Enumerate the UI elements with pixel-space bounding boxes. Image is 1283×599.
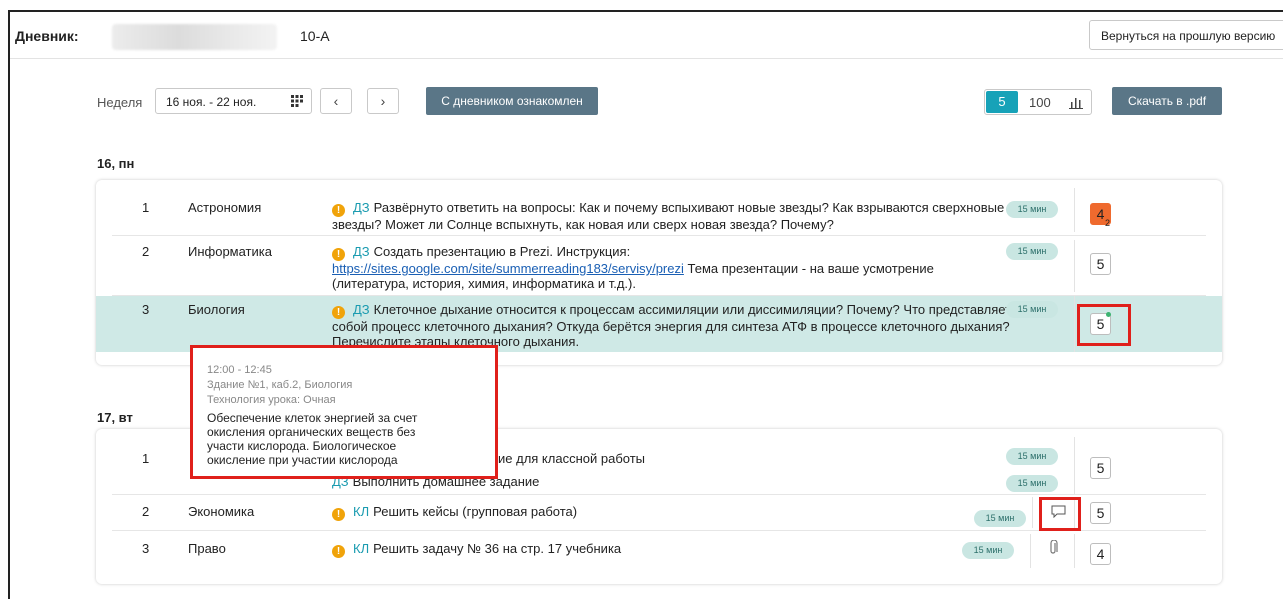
duration-badge: 15 мин	[1006, 301, 1058, 318]
lesson-number: 2	[142, 244, 150, 259]
grade-badge[interactable]: 4	[1090, 543, 1111, 565]
grade-badge[interactable]: 5	[1090, 253, 1111, 275]
lesson-row[interactable]: 3 Право ! КЛ Решить задачу № 36 на стр. 17…	[96, 531, 1222, 571]
lesson-number: 3	[142, 541, 150, 556]
warning-icon: !	[332, 545, 345, 558]
week-label: Неделя	[97, 95, 143, 110]
lesson-number: 3	[142, 302, 150, 317]
duration-badge: 15 мин	[962, 542, 1014, 559]
lesson-subject: Экономика	[188, 504, 255, 519]
column-divider	[1030, 534, 1031, 568]
task-text[interactable]: Клеточное дыхание относится к процессам …	[332, 302, 1011, 349]
tooltip-technology: Технология урока: Очная	[207, 394, 336, 406]
task-type[interactable]: КЛ	[353, 541, 369, 556]
warning-icon: !	[332, 508, 345, 521]
lesson-number: 2	[142, 504, 150, 519]
lesson-task: ! КЛ Решить задачу № 36 на стр. 17 учебник…	[332, 541, 1012, 558]
lesson-tooltip: 12:00 - 12:45 Здание №1, каб.2, Биология…	[190, 345, 498, 479]
tooltip-time: 12:00 - 12:45	[207, 364, 272, 376]
download-pdf-button[interactable]: Скачать в .pdf	[1112, 87, 1222, 115]
grade-badge[interactable]: 4 2	[1090, 203, 1111, 228]
lesson-subject: Биология	[188, 302, 245, 317]
day-label: 17, вт	[97, 410, 133, 425]
warning-icon: !	[332, 248, 345, 261]
scale-5-button[interactable]: 5	[986, 91, 1018, 113]
column-divider	[1074, 240, 1075, 292]
lesson-number: 1	[142, 451, 150, 466]
annotation-box-comment	[1039, 497, 1081, 531]
next-week-button[interactable]: ›	[367, 88, 399, 114]
day-label: 16, пн	[97, 156, 135, 171]
task-text[interactable]: Решить кейсы (групповая работа)	[373, 504, 577, 519]
task-text[interactable]: Развёрнуто ответить на вопросы: Как и по…	[332, 200, 1004, 232]
day-card: 1 Астрономия ! ДЗ Развёрнуто ответить на в…	[96, 180, 1222, 365]
calendar-icon	[291, 95, 303, 107]
warning-icon: !	[332, 306, 345, 319]
grade-weight: 2	[1105, 218, 1111, 228]
bar-chart-icon[interactable]	[1069, 96, 1083, 109]
grade-badge[interactable]: 5	[1090, 457, 1111, 479]
annotation-box-grade	[1077, 304, 1131, 346]
duration-badge: 15 мин	[1006, 201, 1058, 218]
task-type[interactable]: КЛ	[353, 504, 369, 519]
header-divider	[10, 58, 1283, 59]
warning-icon: !	[332, 204, 345, 217]
lesson-task: ! ДЗ Клеточное дыхание относится к процесс…	[332, 302, 1012, 349]
week-picker[interactable]: 16 ноя. - 22 ноя.	[155, 88, 312, 114]
lesson-task: ! КЛ Решить кейсы (групповая работа)	[332, 504, 1012, 521]
back-to-old-version-button[interactable]: Вернуться на прошлую версию	[1089, 20, 1283, 50]
week-range: 16 ноя. - 22 ноя.	[166, 95, 257, 109]
lesson-task: ! ДЗ Создать презентацию в Prezi. Инструкц…	[332, 244, 1012, 291]
lesson-subject: Право	[188, 541, 226, 556]
lesson-number: 1	[142, 200, 150, 215]
column-divider	[1074, 188, 1075, 232]
task-text[interactable]: ие для классной работы	[498, 451, 645, 466]
grade-value: 4	[1096, 206, 1105, 222]
task-link[interactable]: https://sites.google.com/site/summerread…	[332, 261, 684, 276]
column-divider	[1032, 497, 1033, 528]
lesson-subject: Астрономия	[188, 200, 262, 215]
acknowledge-diary-button[interactable]: С дневником ознакомлен	[426, 87, 598, 115]
column-divider	[1074, 437, 1075, 494]
lesson-row[interactable]: 2 Информатика ! ДЗ Создать презентацию в P…	[96, 236, 1222, 295]
prev-week-button[interactable]: ‹	[320, 88, 352, 114]
scale-100-button[interactable]: 100	[1029, 95, 1051, 110]
duration-badge: 15 мин	[974, 510, 1026, 527]
column-divider	[1074, 534, 1075, 568]
task-type[interactable]: ДЗ	[353, 244, 370, 259]
tooltip-description: Обеспечение клеток энергией за счет окис…	[207, 411, 418, 467]
lesson-row-selected[interactable]: 3 Биология ! ДЗ Клеточное дыхание относитс…	[96, 296, 1222, 352]
lesson-row[interactable]: 1 Астрономия ! ДЗ Развёрнуто ответить на в…	[96, 180, 1222, 235]
duration-badge: 15 мин	[1006, 243, 1058, 260]
duration-badge: 15 мин	[1006, 475, 1058, 492]
task-text[interactable]: Решить задачу № 36 на стр. 17 учебника	[373, 541, 621, 556]
task-type[interactable]: ДЗ	[353, 302, 370, 317]
duration-badge: 15 мин	[1006, 448, 1058, 465]
paperclip-icon[interactable]	[1048, 540, 1059, 556]
student-name-redacted	[112, 24, 277, 50]
grade-badge[interactable]: 5	[1090, 502, 1111, 524]
tooltip-room: Здание №1, каб.2, Биология	[207, 379, 353, 391]
diary-title: Дневник:	[15, 28, 79, 44]
lesson-subject: Информатика	[188, 244, 272, 259]
task-text[interactable]: Создать презентацию в Prezi. Инструкция:	[374, 244, 631, 259]
class-name: 10-А	[300, 28, 330, 44]
lesson-task: ! ДЗ Развёрнуто ответить на вопросы: Как и…	[332, 200, 1012, 232]
task-type[interactable]: ДЗ	[353, 200, 370, 215]
column-divider	[1074, 296, 1075, 352]
grade-scale-toggle: 5 100	[984, 89, 1092, 115]
lesson-task: ие для классной работы	[498, 451, 1178, 466]
